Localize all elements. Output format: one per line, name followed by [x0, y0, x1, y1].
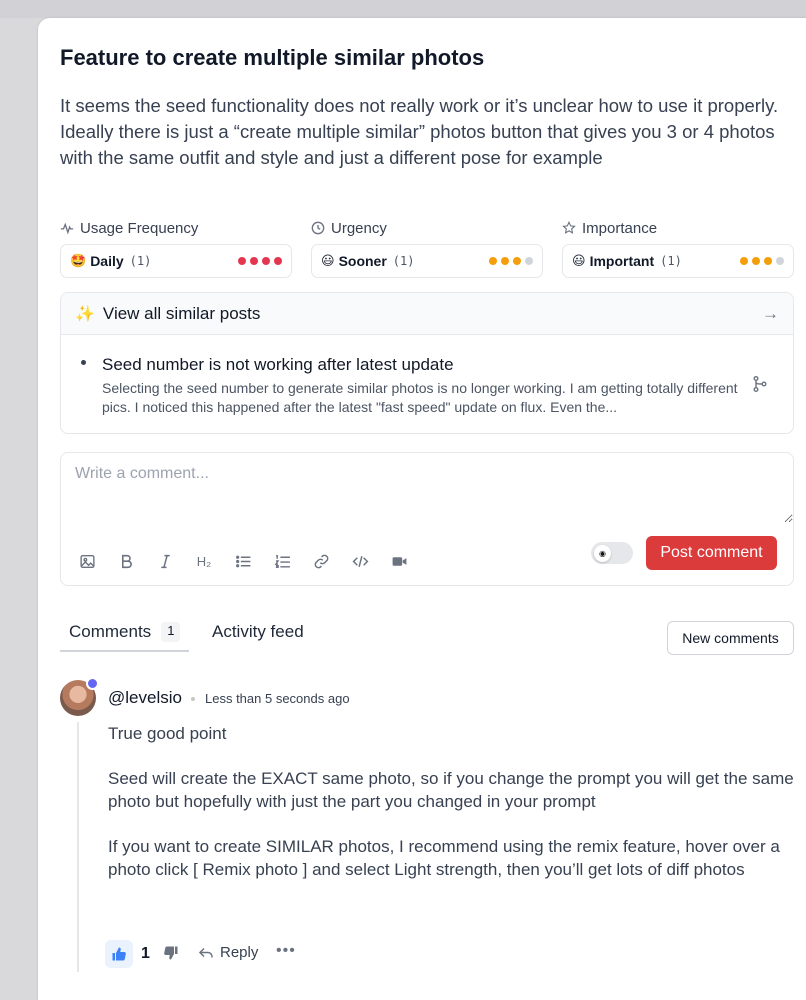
similar-post-excerpt: Selecting the seed number to generate si…	[102, 380, 738, 415]
level-dot-filled	[752, 257, 760, 265]
post-description: It seems the seed functionality does not…	[60, 95, 779, 168]
level-dot-filled	[489, 257, 497, 265]
like-count: 1	[141, 945, 150, 962]
emoji-icon: 😃	[572, 253, 586, 268]
comments-count-badge: 1	[161, 622, 181, 642]
tab-comments[interactable]: Comments 1	[60, 610, 189, 652]
comment-input[interactable]	[61, 453, 793, 523]
metric-count: (1)	[660, 254, 682, 268]
metric-value-box[interactable]: 🤩 Daily (1)	[60, 244, 292, 278]
comment-timestamp: Less than 5 seconds ago	[205, 691, 350, 706]
thumbs-down-icon	[164, 946, 178, 960]
bullet-list-icon[interactable]	[233, 551, 253, 571]
metric-usage-frequency: Usage Frequency 🤩 Daily (1)	[60, 218, 292, 278]
level-dot-filled	[262, 257, 270, 265]
similar-header-label: View all similar posts	[102, 303, 261, 323]
level-dot-filled	[513, 257, 521, 265]
tab-activity-feed[interactable]: Activity feed	[212, 610, 304, 652]
metric-value-box[interactable]: 😃 Important (1)	[562, 244, 794, 278]
view-similar-posts-link[interactable]: ✨ View all similar posts →	[61, 293, 793, 335]
level-dot-filled	[764, 257, 772, 265]
metric-level-dots	[238, 257, 282, 265]
similar-posts-card: ✨ View all similar posts → Seed number i…	[60, 292, 794, 434]
metric-label-text: Usage Frequency	[80, 219, 199, 237]
code-icon[interactable]	[350, 551, 370, 571]
metric-label-text: Urgency	[331, 219, 387, 237]
new-comments-button[interactable]: New comments	[667, 621, 794, 655]
comment-tabs: Comments 1 Activity feed	[60, 610, 304, 652]
emoji-icon: 😃	[321, 253, 335, 268]
italic-icon[interactable]	[155, 551, 175, 571]
metric-label: Importance	[562, 218, 794, 238]
metric-value: Important	[589, 253, 655, 269]
thread-line	[77, 722, 79, 972]
metric-label: Usage Frequency	[60, 218, 292, 238]
metric-level-dots	[489, 257, 533, 265]
metric-value-box[interactable]: 😃 Sooner (1)	[311, 244, 543, 278]
metric-count: (1)	[392, 254, 415, 268]
dislike-button[interactable]	[160, 942, 182, 964]
reply-label: Reply	[220, 944, 259, 961]
verified-badge-icon	[86, 677, 99, 690]
metric-importance: Importance 😃 Important (1)	[562, 218, 794, 278]
metric-level-dots	[740, 257, 784, 265]
background-strip	[0, 0, 806, 18]
comment-paragraph: If you want to create SIMILAR photos, I …	[108, 837, 780, 879]
eye-icon: ◉	[594, 544, 611, 562]
preview-toggle[interactable]: ◉	[591, 542, 633, 564]
post-comment-button[interactable]: Post comment	[646, 536, 777, 570]
metric-value: Daily	[90, 253, 124, 269]
emoji-icon: 🤩	[70, 253, 87, 268]
similar-post-title[interactable]: Seed number is not working after latest …	[102, 355, 454, 375]
level-dot-empty	[776, 257, 784, 265]
metric-label: Urgency	[311, 218, 543, 238]
formatting-toolbar: H₂	[77, 551, 409, 571]
numbered-list-icon[interactable]	[272, 551, 292, 571]
metric-count: (1)	[129, 254, 152, 268]
level-dot-filled	[238, 257, 246, 265]
image-icon[interactable]	[77, 551, 97, 571]
level-dot-filled	[274, 257, 282, 265]
level-dot-filled	[501, 257, 509, 265]
tab-comments-label: Comments	[69, 622, 152, 641]
comment-composer: H₂ ◉ Post comment	[60, 452, 794, 586]
comment-author[interactable]: @levelsio	[108, 688, 182, 708]
arrow-right-icon: →	[762, 303, 779, 323]
metric-urgency: Urgency 😃 Sooner (1)	[311, 218, 543, 278]
sparkle-icon: ✨	[75, 305, 95, 323]
bullet-icon	[81, 360, 86, 365]
reply-button[interactable]: Reply	[198, 944, 258, 961]
level-dot-filled	[250, 257, 258, 265]
like-button[interactable]	[105, 940, 133, 968]
separator-dot	[191, 697, 195, 701]
link-icon[interactable]	[311, 551, 331, 571]
more-options-button[interactable]: •••	[276, 942, 296, 960]
activity-icon	[60, 222, 74, 235]
heading-icon[interactable]: H₂	[194, 551, 214, 571]
bold-icon[interactable]	[116, 551, 136, 571]
level-dot-filled	[740, 257, 748, 265]
merge-icon[interactable]	[751, 375, 769, 393]
metric-label-text: Importance	[582, 219, 658, 237]
comment-paragraph: Seed will create the EXACT same photo, s…	[108, 769, 794, 811]
reply-icon	[198, 947, 213, 957]
level-dot-empty	[525, 257, 533, 265]
clock-icon	[311, 221, 325, 235]
video-icon[interactable]	[389, 551, 409, 571]
metric-value: Sooner	[338, 253, 387, 269]
comment-paragraph: True good point	[108, 724, 227, 743]
star-icon	[562, 221, 576, 234]
thumbs-up-icon	[112, 947, 126, 961]
post-title: Feature to create multiple similar photo…	[60, 45, 485, 70]
